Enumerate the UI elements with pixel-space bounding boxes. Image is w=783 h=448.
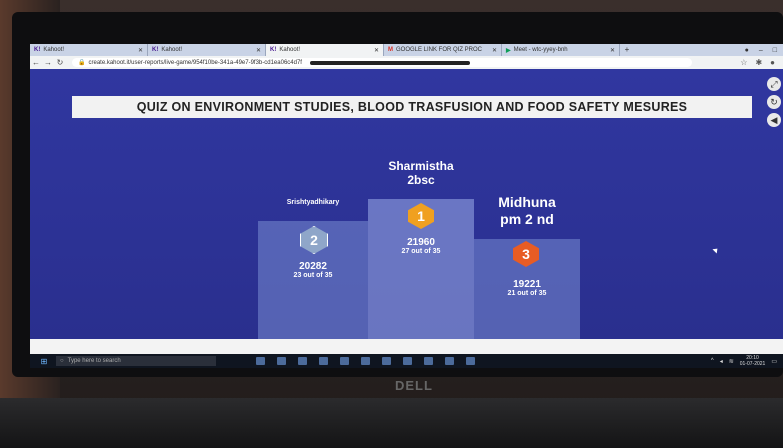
gmail-icon: M — [388, 47, 393, 53]
mail-icon[interactable] — [340, 357, 349, 365]
browser-actions: ☆ ✱ ● — [740, 58, 783, 67]
windows-start-icon[interactable]: ⊞ — [38, 357, 50, 366]
minimize-icon[interactable]: – — [759, 47, 763, 54]
file-explorer-icon[interactable] — [298, 357, 307, 365]
powerpoint-icon[interactable] — [466, 357, 475, 365]
browser-tab[interactable]: M GOOGLE LINK FOR QIZ PROC ✕ — [384, 44, 502, 56]
points-first: 21960 — [407, 237, 435, 248]
player-name-third: Midhuna pm 2 nd — [498, 194, 556, 227]
avatar[interactable]: ● — [770, 58, 775, 67]
quiz-title-bar: QUIZ ON ENVIRONMENT STUDIES, BLOOD TRASF… — [72, 96, 752, 118]
laptop-base — [0, 398, 783, 448]
window-controls: ● – □ — [745, 44, 783, 56]
star-icon[interactable]: ☆ — [740, 58, 747, 67]
points-second: 20282 — [299, 261, 327, 272]
close-icon[interactable]: ✕ — [256, 47, 261, 54]
volume-icon[interactable]: ◂ — [720, 358, 723, 365]
browser-tab[interactable]: K! Kahoot! ✕ — [148, 44, 266, 56]
extension-icon[interactable]: ✱ — [755, 58, 762, 67]
network-icon[interactable]: ≋ — [729, 358, 734, 365]
search-placeholder: Type here to search — [67, 358, 121, 364]
windows-taskbar: ⊞ ○ Type here to search ^ ◂ ≋ 20:10 01-0… — [30, 354, 783, 368]
taskbar-apps — [256, 357, 475, 365]
quiz-title: QUIZ ON ENVIRONMENT STUDIES, BLOOD TRASF… — [136, 100, 688, 114]
kahoot-icon: K! — [34, 47, 41, 53]
kahoot-icon: K! — [270, 47, 277, 53]
reload-icon[interactable]: ↻ — [54, 58, 66, 67]
correct-count-second: 23 out of 35 — [293, 272, 333, 279]
store-icon[interactable] — [319, 357, 328, 365]
redaction-mark — [309, 60, 470, 65]
kahoot-report-page: QUIZ ON ENVIRONMENT STUDIES, BLOOD TRASF… — [30, 69, 783, 339]
task-view-icon[interactable] — [277, 357, 286, 365]
tab-label: GOOGLE LINK FOR QIZ PROC — [396, 47, 483, 53]
tab-label: Kahoot! — [161, 47, 183, 53]
page-footer-bar — [30, 339, 783, 354]
correct-count-third: 21 out of 35 — [507, 290, 547, 297]
score-first: 21960 27 out of 35 — [368, 237, 474, 255]
chrome-icon[interactable] — [424, 357, 433, 365]
mic-icon[interactable] — [256, 357, 265, 365]
forward-icon[interactable]: → — [42, 58, 54, 67]
browser-tab-active[interactable]: K! Kahoot! ✕ — [266, 44, 384, 56]
mouse-cursor — [712, 246, 720, 254]
profile-icon[interactable]: ● — [745, 47, 749, 54]
score-second: 20282 23 out of 35 — [258, 261, 368, 279]
laptop-screen: K! Kahoot! ✕ K! Kahoot! ✕ K! Kahoot! ✕ M… — [30, 44, 783, 354]
edge-icon[interactable] — [361, 357, 370, 365]
close-icon[interactable]: ✕ — [492, 47, 497, 54]
tab-label: Kahoot! — [43, 47, 65, 53]
taskbar-search[interactable]: ○ Type here to search — [56, 356, 216, 366]
browser-tab[interactable]: K! Kahoot! ✕ — [30, 44, 148, 56]
chevron-up-icon[interactable]: ^ — [711, 358, 714, 364]
clock[interactable]: 20:10 01-07-2021 — [740, 355, 766, 367]
system-tray: ^ ◂ ≋ 20:10 01-07-2021 ▭ — [711, 355, 783, 367]
app-icon[interactable] — [403, 357, 412, 365]
correct-count-first: 27 out of 35 — [401, 248, 441, 255]
notifications-icon[interactable]: ▭ — [771, 358, 777, 365]
sound-icon[interactable]: ◀ — [767, 113, 781, 127]
search-icon: ○ — [60, 358, 64, 364]
url-field[interactable]: 🔒 create.kahoot.it/user-reports/live-gam… — [72, 58, 692, 67]
dell-logo: DELL — [395, 378, 433, 393]
word-icon[interactable] — [445, 357, 454, 365]
app-icon[interactable] — [382, 357, 391, 365]
back-icon[interactable]: ← — [30, 58, 42, 67]
kahoot-icon: K! — [152, 47, 159, 53]
new-tab-button[interactable]: + — [620, 44, 634, 56]
meet-icon: ▶ — [506, 47, 511, 54]
player-name-first: Sharmistha 2bsc — [388, 159, 454, 187]
maximize-icon[interactable]: □ — [773, 47, 777, 54]
lock-icon: 🔒 — [78, 60, 86, 66]
close-icon[interactable]: ✕ — [374, 47, 379, 54]
player-name-second: Srishtyadhikary — [286, 199, 340, 206]
expand-icon[interactable]: ⤢ — [767, 77, 781, 91]
clock-date: 01-07-2021 — [739, 361, 766, 367]
tab-label: Kahoot! — [279, 47, 301, 53]
browser-tab[interactable]: ▶ Meet - wtc-yyey-bnh ✕ — [502, 44, 620, 56]
address-bar-row: ← → ↻ 🔒 create.kahoot.it/user-reports/li… — [30, 56, 783, 69]
score-third: 19221 21 out of 35 — [474, 279, 580, 297]
close-icon[interactable]: ✕ — [610, 47, 615, 54]
browser-tab-bar: K! Kahoot! ✕ K! Kahoot! ✕ K! Kahoot! ✕ M… — [30, 44, 783, 56]
refresh-icon[interactable]: ↻ — [767, 95, 781, 109]
points-third: 19221 — [513, 279, 541, 290]
url-text: create.kahoot.it/user-reports/live-game/… — [88, 59, 302, 66]
close-icon[interactable]: ✕ — [138, 47, 143, 54]
tab-label: Meet - wtc-yyey-bnh — [513, 47, 568, 53]
